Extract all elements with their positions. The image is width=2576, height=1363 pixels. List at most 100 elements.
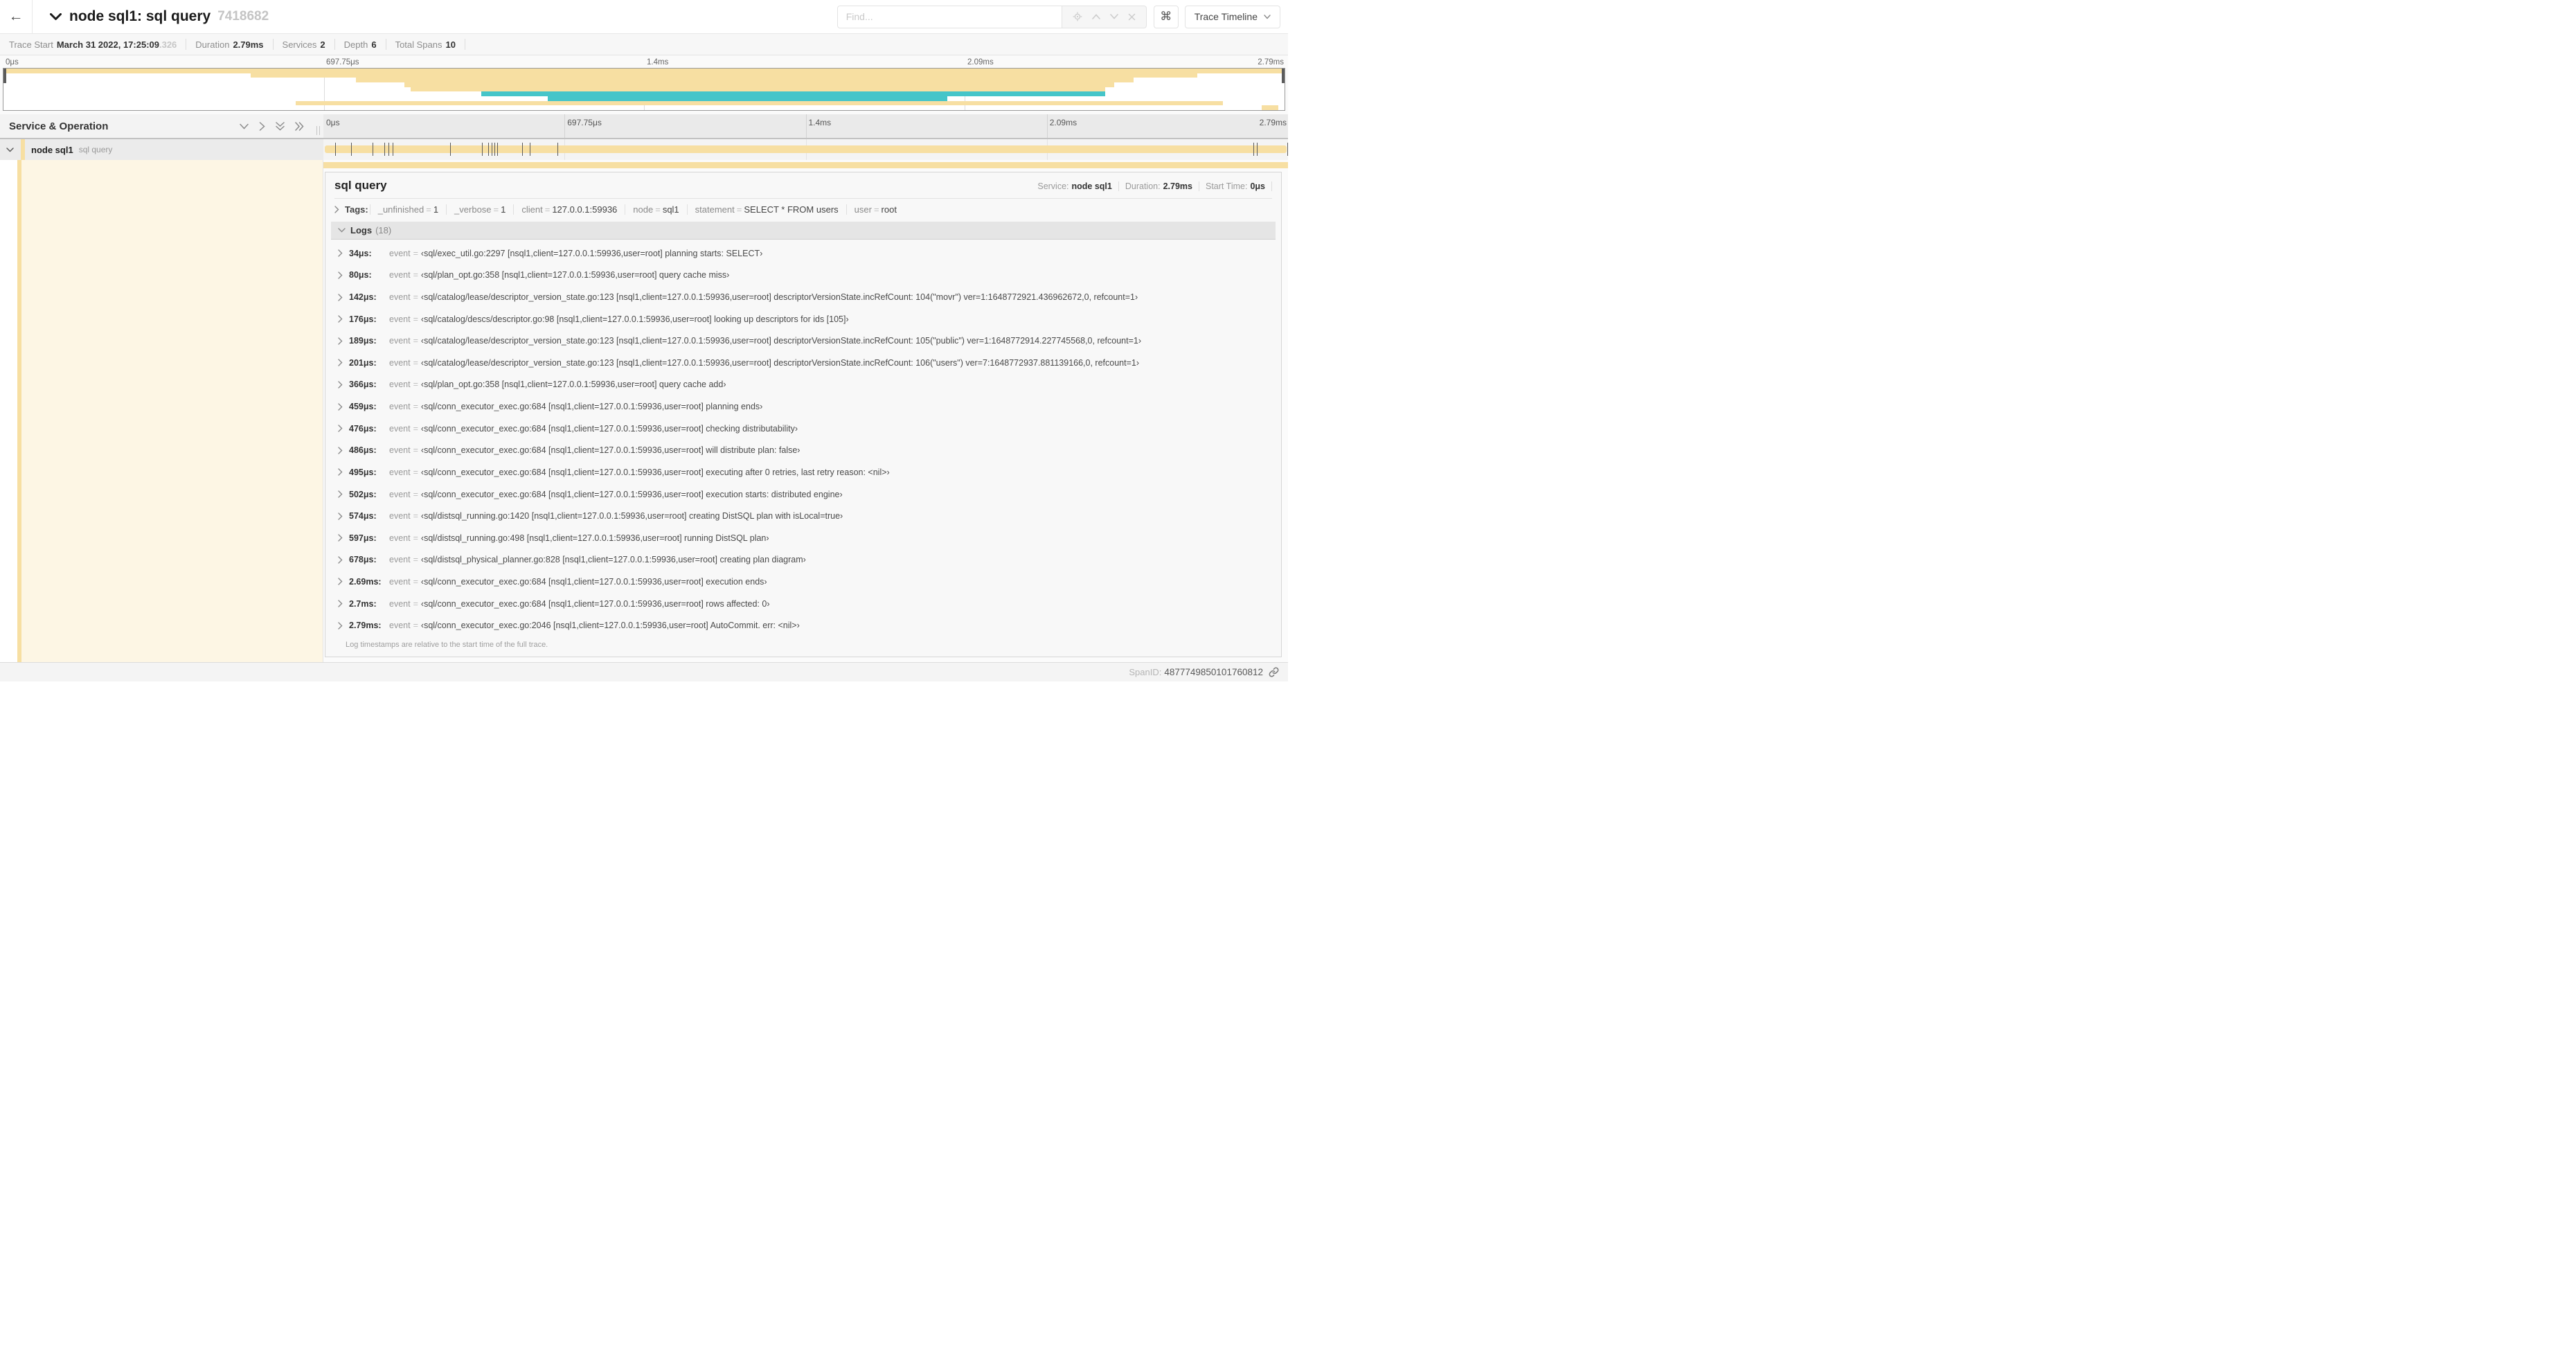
logs-collapse-chevron-down-icon[interactable] (338, 228, 346, 233)
trace-summary-item: Total Spans 10 (386, 39, 465, 50)
log-entry-row[interactable]: 476μs: event = ‹sql/conn_executor_exec.g… (338, 418, 1276, 440)
log-field-value: ‹sql/exec_util.go:2297 [nsql1,client=127… (420, 248, 763, 258)
log-marker-tick[interactable] (482, 143, 483, 156)
log-entry-row[interactable]: 189μs: event = ‹sql/catalog/lease/descri… (338, 330, 1276, 352)
expand-one-chevron-right-icon[interactable] (259, 121, 265, 131)
back-arrow-icon[interactable]: ← (0, 0, 33, 33)
minimap-left-drag-handle[interactable] (3, 69, 6, 83)
log-entry-row[interactable]: 486μs: event = ‹sql/conn_executor_exec.g… (338, 439, 1276, 461)
tag-equals: = (493, 204, 499, 215)
log-entry-row[interactable]: 597μs: event = ‹sql/distsql_running.go:4… (338, 527, 1276, 549)
tag-key: _verbose (454, 204, 492, 215)
log-field-value: ‹sql/conn_executor_exec.go:684 [nsql1,cl… (420, 467, 890, 477)
log-expand-chevron-right-icon[interactable] (338, 402, 343, 411)
span-row-name-column[interactable]: node sql1 sql query (0, 139, 323, 160)
log-marker-tick[interactable] (1287, 143, 1288, 156)
span-row-timeline[interactable] (323, 139, 1288, 160)
log-entry-row[interactable]: 142μs: event = ‹sql/catalog/lease/descri… (338, 286, 1276, 308)
log-marker-tick[interactable] (334, 143, 336, 156)
log-entry-row[interactable]: 574μs: event = ‹sql/distsql_running.go:1… (338, 505, 1276, 527)
minimap-right-drag-handle[interactable] (1282, 69, 1285, 83)
log-expand-chevron-right-icon[interactable] (338, 315, 343, 323)
log-expand-chevron-right-icon[interactable] (338, 337, 343, 345)
log-timestamp: 597μs: (349, 533, 377, 543)
tag-value: sql1 (662, 204, 679, 215)
log-expand-chevron-right-icon[interactable] (338, 512, 343, 520)
timeline-tick-label: 2.09ms (1049, 118, 1077, 127)
log-marker-tick[interactable] (521, 143, 523, 156)
log-marker-tick[interactable] (557, 143, 559, 156)
log-expand-chevron-right-icon[interactable] (338, 381, 343, 389)
log-marker-tick[interactable] (1253, 143, 1255, 156)
keyboard-shortcuts-button[interactable]: ⌘ (1153, 5, 1179, 28)
prev-match-chevron-up-icon[interactable] (1091, 14, 1100, 19)
collapse-one-chevron-down-icon[interactable] (240, 123, 249, 130)
log-expand-chevron-right-icon[interactable] (338, 600, 343, 607)
log-entry-row[interactable]: 495μs: event = ‹sql/conn_executor_exec.g… (338, 461, 1276, 483)
minimap-canvas[interactable] (3, 68, 1285, 111)
log-marker-tick[interactable] (449, 143, 451, 156)
log-equals: = (413, 270, 418, 280)
log-expand-chevron-right-icon[interactable] (338, 621, 343, 630)
log-entry-row[interactable]: 2.79ms: event = ‹sql/conn_executor_exec.… (338, 614, 1276, 636)
log-expand-chevron-right-icon[interactable] (338, 293, 343, 301)
log-entry-row[interactable]: 459μs: event = ‹sql/conn_executor_exec.g… (338, 395, 1276, 418)
log-entry-row[interactable]: 201μs: event = ‹sql/catalog/lease/descri… (338, 352, 1276, 374)
log-entry-row[interactable]: 34μs: event = ‹sql/exec_util.go:2297 [ns… (338, 242, 1276, 265)
trace-summary-item: Duration 2.79ms (186, 39, 274, 50)
tags-expand-chevron-right-icon[interactable] (334, 206, 339, 213)
summary-value: 10 (445, 39, 456, 50)
tags-row[interactable]: Tags: _unfinished = 1 _verbose = 1 client = 12… (325, 199, 1281, 219)
summary-item-label: Start Time: (1206, 181, 1248, 191)
log-expand-chevron-right-icon[interactable] (338, 534, 343, 542)
span-collapse-chevron-down-icon[interactable] (6, 147, 14, 152)
minimap-span-bar (295, 100, 1224, 106)
minimap-span-bar (1261, 105, 1278, 110)
log-expand-chevron-right-icon[interactable] (338, 468, 343, 476)
log-entry-row[interactable]: 678μs: event = ‹sql/distsql_physical_pla… (338, 549, 1276, 571)
collapse-trace-chevron-down-icon[interactable] (50, 12, 62, 21)
log-expand-chevron-right-icon[interactable] (338, 490, 343, 498)
log-equals: = (413, 598, 418, 609)
log-field-key: event (389, 357, 411, 368)
logs-section-header[interactable]: Logs (18) (331, 222, 1276, 240)
scroll-to-match-icon[interactable] (1073, 12, 1082, 21)
log-entry-row[interactable]: 502μs: event = ‹sql/conn_executor_exec.g… (338, 483, 1276, 506)
log-expand-chevron-right-icon[interactable] (338, 249, 343, 257)
log-expand-chevron-right-icon[interactable] (338, 578, 343, 586)
view-selector-chevron-down-icon (1264, 14, 1271, 19)
column-resize-grip[interactable] (316, 126, 320, 135)
deep-link-icon[interactable] (1269, 667, 1279, 677)
log-entry-row[interactable]: 2.69ms: event = ‹sql/conn_executor_exec.… (338, 571, 1276, 593)
log-marker-tick[interactable] (488, 143, 489, 156)
log-entry-row[interactable]: 176μs: event = ‹sql/catalog/descs/descri… (338, 308, 1276, 330)
log-marker-tick[interactable] (350, 143, 352, 156)
log-marker-tick[interactable] (497, 143, 498, 156)
expanded-row-accent-rail (0, 160, 323, 662)
log-expand-chevron-right-icon[interactable] (338, 447, 343, 454)
find-input[interactable] (837, 5, 1062, 28)
log-expand-chevron-right-icon[interactable] (338, 271, 343, 279)
log-marker-tick[interactable] (1257, 143, 1258, 156)
log-expand-chevron-right-icon[interactable] (338, 556, 343, 564)
clear-find-x-icon[interactable] (1128, 13, 1136, 21)
span-bar-row[interactable]: node sql1 sql query (0, 139, 1288, 160)
log-marker-tick[interactable] (388, 143, 390, 156)
trace-view-selector-button[interactable]: Trace Timeline (1184, 5, 1280, 28)
log-entry-row[interactable]: 366μs: event = ‹sql/plan_opt.go:358 [nsq… (338, 374, 1276, 396)
tag-key: user (854, 204, 872, 215)
collapse-all-double-chevron-down-icon[interactable] (276, 121, 285, 131)
log-entry-row[interactable]: 2.7ms: event = ‹sql/conn_executor_exec.g… (338, 593, 1276, 615)
log-marker-tick[interactable] (384, 143, 385, 156)
next-match-chevron-down-icon[interactable] (1109, 14, 1118, 19)
expand-all-double-chevron-right-icon[interactable] (295, 121, 304, 131)
log-field-value: ‹sql/plan_opt.go:358 [nsql1,client=127.0… (420, 270, 730, 280)
log-entry-row[interactable]: 80μs: event = ‹sql/plan_opt.go:358 [nsql… (338, 265, 1276, 287)
span-duration-bar[interactable] (325, 145, 1287, 153)
log-expand-chevron-right-icon[interactable] (338, 359, 343, 367)
log-expand-chevron-right-icon[interactable] (338, 425, 343, 432)
log-field-value: ‹sql/conn_executor_exec.go:684 [nsql1,cl… (420, 423, 798, 434)
log-timestamp: 486μs: (349, 445, 377, 456)
log-marker-tick[interactable] (494, 143, 496, 156)
summary-label: Total Spans (395, 39, 442, 50)
